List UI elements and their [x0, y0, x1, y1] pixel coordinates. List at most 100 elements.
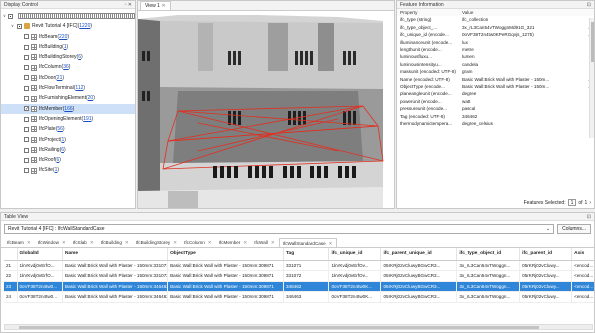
visibility-checkbox[interactable]: [24, 34, 29, 40]
table-horizontal-scrollbar[interactable]: [4, 324, 593, 330]
feature-property-row[interactable]: thermodynamictempera... degree_celsius: [397, 120, 594, 127]
tree-item[interactable]: IfcSite (1): [1, 165, 135, 175]
tab-ifcslab[interactable]: IfcSlab ✕: [70, 238, 97, 247]
visibility-checkbox[interactable]: [17, 23, 22, 29]
tab-ifcbuilding[interactable]: IfcBuilding ✕: [98, 238, 132, 247]
visibility-checkbox[interactable]: [24, 157, 29, 163]
feature-property-row[interactable]: lengthunit (encode... metre: [397, 46, 594, 53]
table-row[interactable]: 22 1kVKvdj0vErfO... Basic Wall:Brick Wall …: [4, 270, 594, 282]
feature-property-row[interactable]: luminousintensityu... candela: [397, 61, 594, 68]
feature-property-row[interactable]: ifc_type_object_... 3x_rL3Can54vTWoggnMd9…: [397, 24, 594, 31]
visibility-checkbox[interactable]: [24, 104, 29, 115]
visibility-checkbox[interactable]: [24, 168, 29, 174]
close-icon[interactable]: ✕: [271, 240, 275, 245]
feature-property-row[interactable]: Name (encoded: UTF-8) Basic Wall:Brick Wa…: [397, 76, 594, 83]
tree-item[interactable]: IfcPlate (56): [1, 124, 135, 134]
visibility-checkbox[interactable]: [24, 65, 29, 71]
feature-property-row[interactable]: massunit (encoded: UTF-8) gram: [397, 68, 594, 75]
column-header[interactable]: ifc_unique_id: [328, 248, 382, 261]
visibility-checkbox[interactable]: [24, 126, 29, 132]
close-icon[interactable]: ✕: [329, 241, 333, 246]
visibility-checkbox[interactable]: [24, 75, 29, 81]
visibility-checkbox[interactable]: [24, 54, 29, 60]
tab-ifcbuildingstorey[interactable]: IfcBuildingStorey ✕: [133, 238, 180, 247]
tree-item[interactable]: IfcFurnishingElement (20): [1, 93, 135, 103]
chevron-down-icon[interactable]: ∨: [10, 21, 15, 31]
column-header[interactable]: GlobalId: [17, 248, 63, 261]
tree-item-count-link[interactable]: 112: [75, 83, 83, 93]
column-header[interactable]: ObjectType: [167, 248, 284, 261]
tree-item[interactable]: IfcFlowTerminal (112): [1, 83, 135, 93]
tab-ifccolumn[interactable]: IfcColumn ✕: [181, 238, 215, 247]
visibility-checkbox[interactable]: [7, 13, 13, 19]
visibility-checkbox[interactable]: [24, 44, 29, 50]
visibility-checkbox[interactable]: [24, 137, 29, 143]
tab-ifcbeam[interactable]: IfcBeam ✕: [4, 238, 34, 247]
feature-property-row[interactable]: planeangleunit (encode... degree: [397, 90, 594, 97]
feature-property-row[interactable]: luminousfluxu... lumen: [397, 53, 594, 60]
close-icon[interactable]: ✕: [27, 240, 31, 245]
close-icon[interactable]: ✕: [208, 240, 212, 245]
tree-item[interactable]: IfcRailing (6): [1, 145, 135, 155]
3d-viewport[interactable]: [138, 11, 394, 208]
visibility-checkbox[interactable]: [24, 96, 29, 102]
column-header[interactable]: Tag: [283, 248, 330, 261]
column-header[interactable]: ifc_type_object_id: [456, 248, 521, 261]
chevron-right-icon[interactable]: ›: [589, 200, 591, 206]
column-header[interactable]: [4, 248, 18, 261]
tree-item[interactable]: ∨ Revit Tutorial 4 [IFC] (1220): [1, 21, 135, 31]
tab-view-1[interactable]: View 1 ✕: [140, 1, 171, 10]
features-selected-input[interactable]: 1: [567, 199, 577, 206]
column-header[interactable]: ifc_parent_unique_id: [380, 248, 458, 261]
feature-property-row[interactable]: ObjectType (encode... Basic Wall:Brick Wa…: [397, 83, 594, 90]
close-icon[interactable]: ✕: [62, 240, 66, 245]
tree-item[interactable]: IfcOpeningElement (191): [1, 114, 135, 124]
pin-icon[interactable]: ⊡: [587, 1, 591, 8]
columns-button[interactable]: Columns...: [557, 224, 591, 234]
table-source-select[interactable]: Revit Tutorial 4 [IFC] : IfcWallStandard…: [4, 224, 555, 234]
tree-item[interactable]: IfcMember (166): [1, 103, 135, 115]
table-row[interactable]: 21 1kVKvdj0vErfO... Basic Wall:Brick Wall …: [4, 260, 594, 271]
scroll-thumb[interactable]: [591, 22, 594, 62]
visibility-checkbox[interactable]: [24, 147, 29, 153]
panel-controls-icon[interactable]: ▫ ✕: [125, 1, 132, 8]
tree-item[interactable]: IfcRoof (6): [1, 155, 135, 165]
close-icon[interactable]: ✕: [125, 240, 129, 245]
close-icon[interactable]: ✕: [161, 3, 165, 9]
feature-property-row[interactable]: ifc_unique_id (encode... 0oVF38T2n4tw0KPe…: [397, 31, 594, 38]
tree-item[interactable]: IfcBuildingStorey (6): [1, 52, 135, 62]
visibility-checkbox[interactable]: [24, 116, 29, 122]
tab-ifcwallstandardcase[interactable]: IfcWallStandardCase ✕: [278, 238, 337, 247]
tree-item-count-link[interactable]: 220: [59, 32, 67, 42]
column-header[interactable]: Axis: [571, 248, 594, 261]
feature-scrollbar[interactable]: [589, 18, 594, 138]
scroll-thumb[interactable]: [19, 326, 539, 329]
table-row[interactable]: 23 0oVF38T2n4tw0... Basic Wall:Brick Wall …: [4, 281, 594, 292]
tree-item-count-link[interactable]: 1220: [79, 21, 90, 31]
column-header[interactable]: Name: [62, 248, 169, 261]
tree-item-count-link[interactable]: 191: [83, 114, 91, 124]
chevron-down-icon[interactable]: ⌄: [546, 225, 550, 233]
close-icon[interactable]: ✕: [90, 240, 94, 245]
tree-item[interactable]: IfcBuilding (1): [1, 42, 135, 52]
chevron-down-icon[interactable]: ∨: [3, 11, 6, 21]
feature-property-row[interactable]: powerunit (encode... watt: [397, 98, 594, 105]
tab-ifcwindow[interactable]: IfcWindow ✕: [35, 238, 69, 247]
feature-property-row[interactable]: Tag (encoded: UTF-8) 346462: [397, 113, 594, 120]
tab-ifcwall[interactable]: IfcWall ✕: [251, 238, 277, 247]
tab-ifcmember[interactable]: IfcMember ✕: [216, 238, 251, 247]
feature-property-row[interactable]: ifc_type (string) ifc_collection: [397, 16, 594, 23]
column-header[interactable]: ifc_parent_id: [519, 248, 573, 261]
tree-item-count-link[interactable]: 166: [64, 104, 72, 114]
close-icon[interactable]: ✕: [173, 240, 177, 245]
visibility-checkbox[interactable]: [24, 85, 29, 91]
tree-item[interactable]: IfcBeam (220): [1, 32, 135, 42]
feature-property-row[interactable]: illuminanceunit (encode... lux: [397, 39, 594, 46]
table-row[interactable]: 24 0oVF38T2n4tw0... Basic Wall:Brick Wall …: [4, 291, 594, 303]
feature-property-row[interactable]: pressureunit (encode... pascal: [397, 105, 594, 112]
tree-item[interactable]: IfcProject (1): [1, 135, 135, 145]
pin-icon[interactable]: ⊡: [587, 213, 591, 220]
tree-item[interactable]: IfcColumn (36): [1, 62, 135, 72]
close-icon[interactable]: ✕: [243, 240, 247, 245]
tree-item[interactable]: ∨View I (1220): [1, 11, 135, 21]
